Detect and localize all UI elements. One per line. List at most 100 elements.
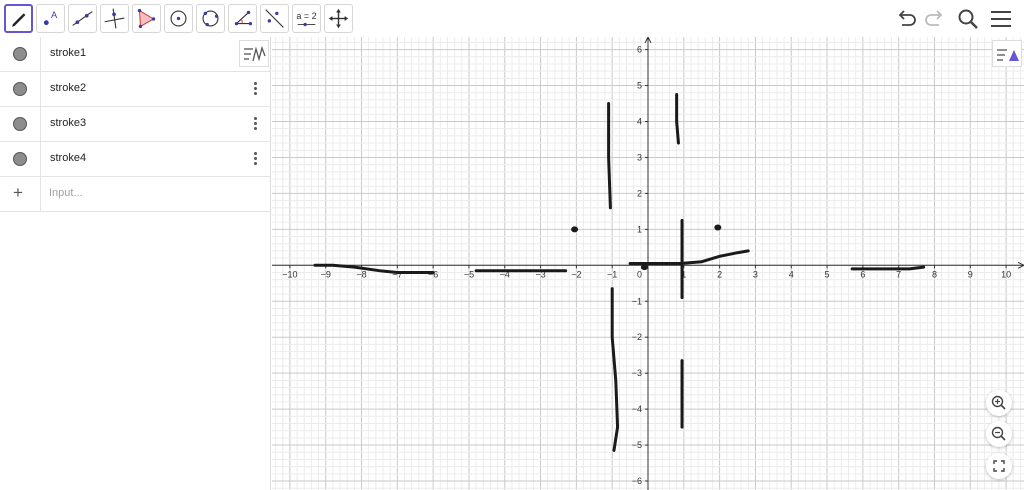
x-tick-label: −10 xyxy=(282,269,297,279)
angle-icon xyxy=(234,10,253,26)
menu-button[interactable] xyxy=(988,6,1014,32)
slider-tool-button[interactable]: a = 2 xyxy=(292,4,321,33)
y-tick-label: 3 xyxy=(637,152,642,162)
pen-tool-button[interactable] xyxy=(4,4,33,33)
reflect-icon xyxy=(265,9,284,28)
graphics-style-icon xyxy=(997,49,1019,61)
graphics-canvas[interactable]: −10 −9 −8 −7 −6 −5 −4 −3 −2 −1 1 2 3 4 5 6 7 8 9 10−6−5−4−3… xyxy=(272,37,1024,490)
point-icon: A xyxy=(43,10,58,26)
visibility-marker[interactable] xyxy=(0,107,41,141)
y-tick-label: −4 xyxy=(632,404,642,414)
redo-button[interactable] xyxy=(921,6,947,32)
undo-button[interactable] xyxy=(894,6,920,32)
y-tick-label: 1 xyxy=(637,224,642,234)
polygon-icon xyxy=(137,8,156,29)
algebra-row-stroke2[interactable]: stroke2 xyxy=(0,72,271,107)
visibility-marker[interactable] xyxy=(0,142,41,176)
x-tick-label: −9 xyxy=(321,269,331,279)
pen-icon xyxy=(12,13,26,27)
zoom-in-button[interactable] xyxy=(986,390,1012,416)
more-options-icon[interactable] xyxy=(254,82,258,96)
visibility-dot-icon[interactable] xyxy=(13,82,27,96)
pen-dot xyxy=(640,264,648,271)
x-tick-label: 10 xyxy=(1001,269,1011,279)
y-tick-label: 4 xyxy=(637,116,642,126)
algebra-view: stroke1 stroke2 stroke3 stroke4 + Input.… xyxy=(0,37,271,490)
visibility-dot-icon[interactable] xyxy=(13,152,27,166)
origin-label: 0 xyxy=(637,269,642,279)
move-arrows-icon xyxy=(328,8,349,29)
toolbar: A a = 2 xyxy=(0,0,1024,37)
angle-tool-button[interactable] xyxy=(228,4,257,33)
y-tick-label: −1 xyxy=(632,296,642,306)
algebra-row-stroke3[interactable]: stroke3 xyxy=(0,107,271,142)
graphics-style-button[interactable] xyxy=(992,40,1022,67)
x-tick-label: −2 xyxy=(571,269,581,279)
algebra-row-stroke1[interactable]: stroke1 xyxy=(0,37,271,72)
add-marker: + xyxy=(0,177,41,211)
menu-icon xyxy=(991,11,1011,27)
sort-graph-icon xyxy=(244,45,266,62)
algebra-input-row[interactable]: + Input... xyxy=(0,177,271,212)
circle-center-icon xyxy=(170,10,187,27)
x-tick-label: −1 xyxy=(607,269,617,279)
algebra-style-button[interactable] xyxy=(239,40,269,67)
more-options-icon[interactable] xyxy=(254,117,258,131)
circle-three-points-tool-button[interactable] xyxy=(196,4,225,33)
plus-icon: + xyxy=(13,183,23,202)
perpendicular-icon xyxy=(104,8,125,29)
x-tick-label: −5 xyxy=(464,269,474,279)
x-tick-label: 5 xyxy=(825,269,830,279)
polygon-tool-button[interactable] xyxy=(132,4,161,33)
visibility-marker[interactable] xyxy=(0,72,41,106)
fullscreen-button[interactable] xyxy=(986,453,1012,479)
x-tick-label: −8 xyxy=(356,269,366,279)
x-tick-label: 6 xyxy=(860,269,865,279)
y-tick-label: −6 xyxy=(632,476,642,486)
zoom-in-icon xyxy=(991,395,1006,410)
undo-icon xyxy=(898,10,916,26)
algebra-row-stroke4[interactable]: stroke4 xyxy=(0,142,271,177)
x-tick-label: −6 xyxy=(428,269,438,279)
visibility-dot-icon[interactable] xyxy=(13,47,27,61)
slider-icon xyxy=(297,22,316,27)
pen-dot xyxy=(571,226,579,233)
reflect-tool-button[interactable] xyxy=(260,4,289,33)
zoom-out-button[interactable] xyxy=(986,421,1012,447)
y-tick-label: −5 xyxy=(632,440,642,450)
circle-center-tool-button[interactable] xyxy=(164,4,193,33)
pen-dot xyxy=(714,224,722,231)
pen-stroke xyxy=(610,287,620,452)
line-tool-button[interactable] xyxy=(68,4,97,33)
pen-stroke xyxy=(607,102,612,210)
x-tick-label: 4 xyxy=(789,269,794,279)
y-tick-label: 5 xyxy=(637,81,642,91)
y-tick-label: 2 xyxy=(637,188,642,198)
x-tick-label: 2 xyxy=(717,269,722,279)
algebra-item-label: stroke1 xyxy=(50,47,87,59)
svg-text:A: A xyxy=(51,10,58,20)
y-tick-label: −3 xyxy=(632,368,642,378)
search-button[interactable] xyxy=(955,6,981,32)
algebra-item-label: stroke4 xyxy=(50,152,87,164)
redo-icon xyxy=(925,10,943,26)
zoom-out-icon xyxy=(991,426,1006,441)
x-tick-label: 7 xyxy=(896,269,901,279)
perpendicular-tool-button[interactable] xyxy=(100,4,129,33)
move-graphics-tool-button[interactable] xyxy=(324,4,353,33)
fullscreen-icon xyxy=(993,460,1005,472)
x-tick-label: 3 xyxy=(753,269,758,279)
circle-three-points-icon xyxy=(202,10,219,27)
y-tick-label: −2 xyxy=(632,332,642,342)
graphics-view[interactable]: −10 −9 −8 −7 −6 −5 −4 −3 −2 −1 1 2 3 4 5 6 7 8 9 10 −6 −5 −4 −3… xyxy=(272,37,1024,490)
algebra-item-label: stroke2 xyxy=(50,82,87,94)
more-options-icon[interactable] xyxy=(254,152,258,166)
input-placeholder[interactable]: Input... xyxy=(49,187,83,199)
x-tick-label: 8 xyxy=(932,269,937,279)
search-icon xyxy=(958,9,978,29)
visibility-dot-icon[interactable] xyxy=(13,117,27,131)
point-tool-button[interactable]: A xyxy=(36,4,65,33)
visibility-marker[interactable] xyxy=(0,37,41,71)
pen-stroke xyxy=(675,93,680,145)
line-icon xyxy=(72,11,93,26)
